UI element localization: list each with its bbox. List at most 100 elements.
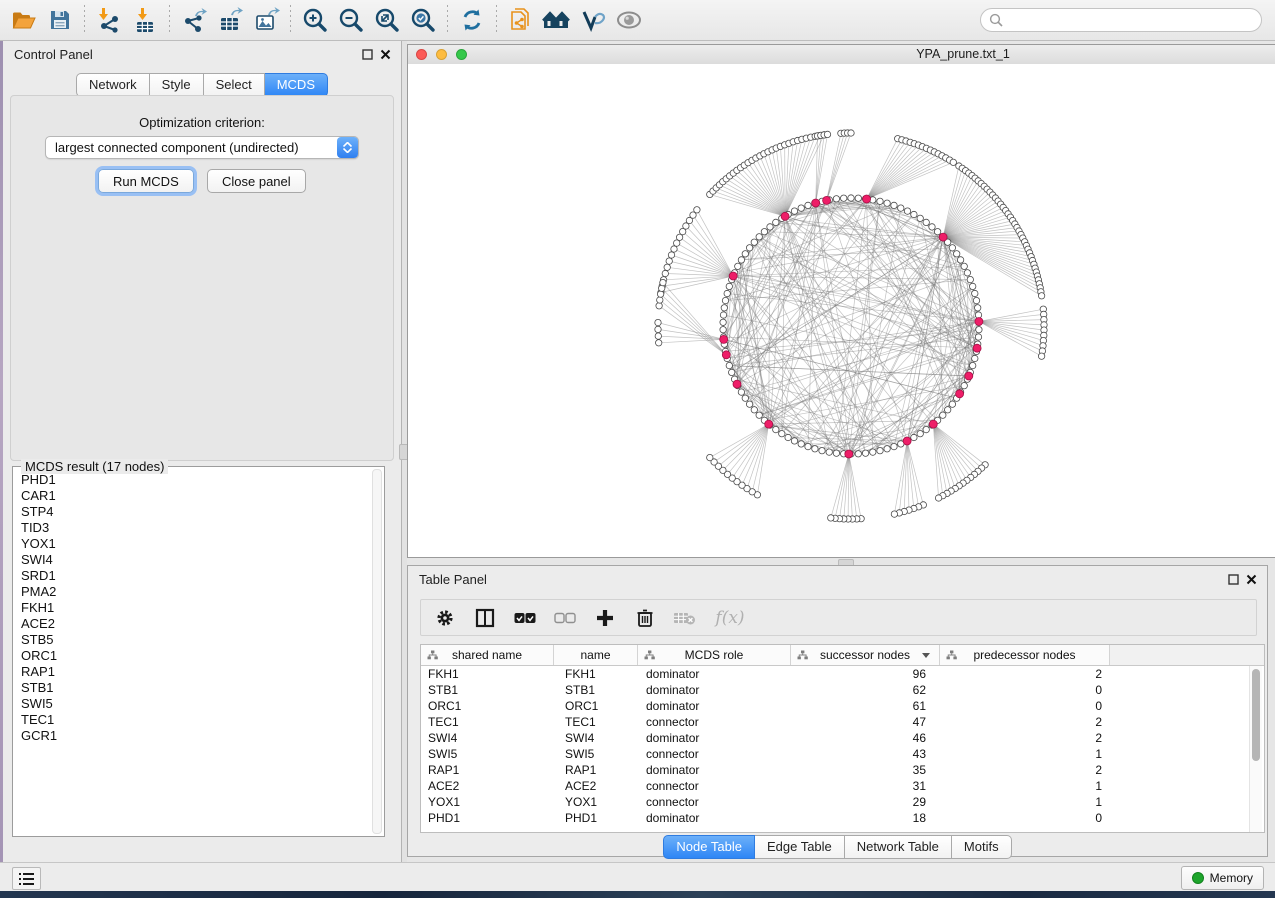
- cell-shared-name[interactable]: ACE2: [421, 779, 554, 793]
- table-row[interactable]: ACE2ACE2connector311: [421, 778, 1264, 794]
- cell-MCDS-role[interactable]: dominator: [638, 731, 791, 745]
- cell-shared-name[interactable]: STB1: [421, 683, 554, 697]
- table-row[interactable]: YOX1YOX1connector291: [421, 794, 1264, 810]
- close-panel-icon[interactable]: [380, 49, 391, 60]
- cell-name[interactable]: SWI4: [554, 731, 638, 745]
- tab-motifs[interactable]: Motifs: [952, 835, 1012, 859]
- import-network-icon[interactable]: [91, 4, 127, 36]
- table-settings-icon[interactable]: [433, 606, 457, 630]
- cell-MCDS-role[interactable]: dominator: [638, 811, 791, 825]
- cell-successor-nodes[interactable]: 96: [791, 667, 940, 681]
- cell-MCDS-role[interactable]: dominator: [638, 763, 791, 777]
- cell-name[interactable]: SWI5: [554, 747, 638, 761]
- cell-shared-name[interactable]: FKH1: [421, 667, 554, 681]
- cell-name[interactable]: STB1: [554, 683, 638, 697]
- mcds-result-list[interactable]: PHD1CAR1STP4TID3YOX1SWI4SRD1PMA2FKH1ACE2…: [14, 470, 373, 835]
- cell-shared-name[interactable]: SWI5: [421, 747, 554, 761]
- zoom-selected-icon[interactable]: [405, 4, 441, 36]
- cell-predecessor-nodes[interactable]: 2: [940, 763, 1110, 777]
- cell-successor-nodes[interactable]: 46: [791, 731, 940, 745]
- cell-successor-nodes[interactable]: 29: [791, 795, 940, 809]
- deselect-all-rows-icon[interactable]: [553, 606, 577, 630]
- tab-node-table[interactable]: Node Table: [663, 835, 755, 859]
- cell-shared-name[interactable]: SWI4: [421, 731, 554, 745]
- cell-MCDS-role[interactable]: connector: [638, 779, 791, 793]
- select-all-rows-icon[interactable]: [513, 606, 537, 630]
- cell-MCDS-role[interactable]: connector: [638, 795, 791, 809]
- mcds-result-item[interactable]: STB5: [21, 632, 373, 648]
- table-row[interactable]: ORC1ORC1dominator610: [421, 698, 1264, 714]
- show-graphics-details-icon[interactable]: [611, 4, 647, 36]
- column-header-MCDS-role[interactable]: MCDS role: [638, 645, 791, 665]
- delete-row-icon[interactable]: [633, 606, 657, 630]
- mcds-result-item[interactable]: SRD1: [21, 568, 373, 584]
- mcds-result-item[interactable]: YOX1: [21, 536, 373, 552]
- cell-name[interactable]: FKH1: [554, 667, 638, 681]
- save-session-icon[interactable]: [42, 4, 78, 36]
- table-row[interactable]: SWI5SWI5connector431: [421, 746, 1264, 762]
- tab-style[interactable]: Style: [150, 73, 204, 97]
- float-panel-icon[interactable]: [1228, 574, 1239, 585]
- cell-successor-nodes[interactable]: 43: [791, 747, 940, 761]
- tab-network[interactable]: Network: [76, 73, 150, 97]
- cell-predecessor-nodes[interactable]: 0: [940, 683, 1110, 697]
- mcds-result-item[interactable]: TID3: [21, 520, 373, 536]
- add-row-icon[interactable]: [593, 606, 617, 630]
- column-header-predecessor-nodes[interactable]: predecessor nodes: [940, 645, 1110, 665]
- share-document-icon[interactable]: [503, 4, 539, 36]
- mcds-result-item[interactable]: PMA2: [21, 584, 373, 600]
- table-row[interactable]: TEC1TEC1connector472: [421, 714, 1264, 730]
- cell-successor-nodes[interactable]: 47: [791, 715, 940, 729]
- cell-predecessor-nodes[interactable]: 0: [940, 699, 1110, 713]
- cell-predecessor-nodes[interactable]: 2: [940, 731, 1110, 745]
- cell-shared-name[interactable]: YOX1: [421, 795, 554, 809]
- open-file-icon[interactable]: [6, 4, 42, 36]
- table-row[interactable]: SWI4SWI4dominator462: [421, 730, 1264, 746]
- cell-successor-nodes[interactable]: 18: [791, 811, 940, 825]
- cell-predecessor-nodes[interactable]: 0: [940, 811, 1110, 825]
- export-table-icon[interactable]: [212, 4, 248, 36]
- column-header-successor-nodes[interactable]: successor nodes: [791, 645, 940, 665]
- network-canvas[interactable]: [408, 64, 1275, 557]
- cell-predecessor-nodes[interactable]: 2: [940, 715, 1110, 729]
- cell-MCDS-role[interactable]: dominator: [638, 667, 791, 681]
- table-scrollbar-thumb[interactable]: [1252, 669, 1260, 761]
- tab-mcds[interactable]: MCDS: [265, 73, 328, 97]
- network-overview-icon[interactable]: [539, 4, 575, 36]
- cell-name[interactable]: TEC1: [554, 715, 638, 729]
- cell-name[interactable]: ACE2: [554, 779, 638, 793]
- cell-predecessor-nodes[interactable]: 2: [940, 667, 1110, 681]
- column-header-name[interactable]: name: [554, 645, 638, 665]
- mcds-result-item[interactable]: ORC1: [21, 648, 373, 664]
- close-panel-button[interactable]: Close panel: [207, 169, 306, 193]
- cell-MCDS-role[interactable]: connector: [638, 747, 791, 761]
- zoom-in-icon[interactable]: [297, 4, 333, 36]
- cell-MCDS-role[interactable]: dominator: [638, 699, 791, 713]
- optimization-criterion-select[interactable]: largest connected component (undirected): [45, 136, 359, 159]
- export-network-icon[interactable]: [176, 4, 212, 36]
- float-panel-icon[interactable]: [362, 49, 373, 60]
- cell-successor-nodes[interactable]: 61: [791, 699, 940, 713]
- table-row[interactable]: RAP1RAP1dominator352: [421, 762, 1264, 778]
- mcds-result-scrollbar[interactable]: [372, 469, 382, 834]
- export-image-icon[interactable]: [248, 4, 284, 36]
- window-maximize-icon[interactable]: [456, 49, 467, 60]
- mcds-result-item[interactable]: PHD1: [21, 472, 373, 488]
- cell-successor-nodes[interactable]: 62: [791, 683, 940, 697]
- import-table-icon[interactable]: [127, 4, 163, 36]
- refresh-layout-icon[interactable]: [454, 4, 490, 36]
- run-mcds-button[interactable]: Run MCDS: [98, 169, 194, 193]
- show-columns-icon[interactable]: [473, 606, 497, 630]
- cell-shared-name[interactable]: RAP1: [421, 763, 554, 777]
- cell-name[interactable]: PHD1: [554, 811, 638, 825]
- mcds-result-item[interactable]: SWI4: [21, 552, 373, 568]
- tab-edge-table[interactable]: Edge Table: [755, 835, 845, 859]
- zoom-out-icon[interactable]: [333, 4, 369, 36]
- mcds-result-item[interactable]: SWI5: [21, 696, 373, 712]
- cell-successor-nodes[interactable]: 31: [791, 779, 940, 793]
- cell-shared-name[interactable]: ORC1: [421, 699, 554, 713]
- mcds-result-item[interactable]: STB1: [21, 680, 373, 696]
- column-header-shared-name[interactable]: shared name: [421, 645, 554, 665]
- cell-predecessor-nodes[interactable]: 1: [940, 795, 1110, 809]
- cell-name[interactable]: ORC1: [554, 699, 638, 713]
